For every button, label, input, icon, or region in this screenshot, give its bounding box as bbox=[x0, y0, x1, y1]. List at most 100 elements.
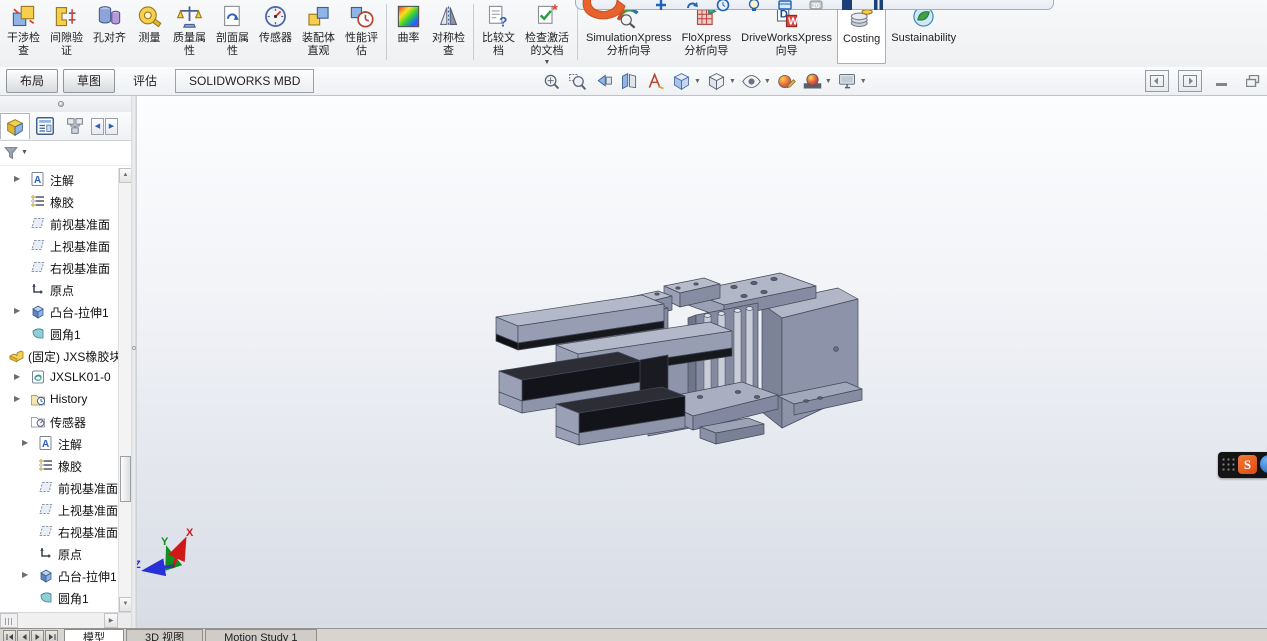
scroll-right-button[interactable]: ▶ bbox=[104, 613, 118, 628]
tree-item--jxs-[interactable]: (固定) JXS橡胶块 bbox=[0, 344, 118, 366]
expand-arrow-icon[interactable]: ▶ bbox=[14, 307, 20, 315]
tree-item--[interactable]: ▶ A 注解 bbox=[0, 168, 118, 190]
gripper-assembly-model[interactable] bbox=[137, 96, 1267, 628]
tree-item--1[interactable]: ▶ 凸台-拉伸1 bbox=[0, 564, 118, 586]
plus-icon[interactable] bbox=[654, 0, 668, 12]
ribbon-item-mass-properties[interactable]: 质量属 性 bbox=[168, 0, 211, 64]
dock-panel-left-button[interactable] bbox=[1145, 70, 1169, 92]
tree-horizontal-scrollbar[interactable]: ▶ bbox=[0, 612, 131, 628]
document-tab-motion-study-1[interactable]: Motion Study 1 bbox=[205, 629, 317, 641]
annotation-view-button[interactable] bbox=[645, 71, 666, 92]
ribbon-item-assembly-visualization[interactable]: 装配体 直观 bbox=[297, 0, 340, 64]
hscroll-track[interactable] bbox=[18, 613, 104, 628]
pause-icon[interactable] bbox=[871, 0, 885, 12]
expand-arrow-icon[interactable]: ▶ bbox=[14, 373, 20, 381]
tree-vertical-scrollbar[interactable]: ▲ ▼ bbox=[118, 168, 132, 612]
propertymanager-tab[interactable] bbox=[30, 113, 60, 139]
previous-view-button[interactable] bbox=[593, 71, 614, 92]
tree-item--[interactable]: 传感器 bbox=[0, 410, 118, 432]
expand-arrow-icon[interactable]: ▶ bbox=[14, 175, 20, 183]
tree-item--[interactable]: ▶ A 注解 bbox=[0, 432, 118, 454]
display-style-button[interactable]: ▼ bbox=[706, 71, 736, 92]
minimize-window-button[interactable] bbox=[1211, 71, 1233, 91]
svg-text:A: A bbox=[42, 439, 49, 450]
graphics-area[interactable]: X Y Z S bbox=[137, 96, 1267, 628]
restore-window-button[interactable] bbox=[1242, 71, 1264, 91]
panel-tab-scroll-right[interactable]: ▶ bbox=[105, 117, 118, 135]
view-orientation-button[interactable]: ▼ bbox=[671, 71, 701, 92]
apply-scene-button[interactable]: ▼ bbox=[802, 71, 832, 92]
ribbon-item-curvature[interactable]: 曲率 bbox=[390, 0, 427, 64]
tab--[interactable]: 评估 bbox=[120, 70, 170, 92]
dropdown-caret-icon[interactable]: ▼ bbox=[544, 59, 551, 66]
expand-arrow-icon[interactable]: ▶ bbox=[22, 439, 28, 447]
tree-item--[interactable]: 橡胶 bbox=[0, 454, 118, 476]
ribbon-item-sensor[interactable]: 传感器 bbox=[254, 0, 297, 64]
scroll-thumb[interactable] bbox=[120, 456, 131, 502]
edit-appearance-button[interactable] bbox=[776, 71, 797, 92]
dropdown-caret-icon[interactable]: ▼ bbox=[825, 78, 832, 85]
configurationmanager-tab[interactable] bbox=[60, 113, 90, 139]
next-tab-button[interactable] bbox=[31, 630, 44, 641]
tree-filter[interactable]: ▼ bbox=[0, 140, 131, 166]
ribbon-item-interference-check[interactable]: 干涉检 查 bbox=[2, 0, 45, 64]
tree-item--[interactable]: 上视基准面 bbox=[0, 498, 118, 520]
tree-item--[interactable]: 上视基准面 bbox=[0, 234, 118, 256]
tab--[interactable]: 布局 bbox=[6, 69, 59, 93]
ribbon-item-compare-documents[interactable]: ? 比较文 档 bbox=[477, 0, 520, 64]
first-tab-button[interactable] bbox=[3, 630, 16, 641]
dock-panel-right-button[interactable] bbox=[1178, 70, 1202, 92]
tree-item--1[interactable]: 圆角1 bbox=[0, 586, 118, 608]
ribbon-item-measure[interactable]: 测量 bbox=[131, 0, 168, 64]
dropdown-caret-icon[interactable]: ▼ bbox=[860, 78, 867, 85]
tree-item--1[interactable]: 圆角1 bbox=[0, 322, 118, 344]
panel-split-handle[interactable] bbox=[0, 96, 131, 113]
document-tab--[interactable]: 模型 bbox=[64, 629, 124, 641]
expand-arrow-icon[interactable]: ▶ bbox=[14, 395, 20, 403]
bulb-icon[interactable] bbox=[747, 0, 761, 12]
panel-tab-scroll-left[interactable]: ◀ bbox=[91, 117, 104, 135]
tab--[interactable]: 草图 bbox=[63, 69, 116, 93]
redo-icon[interactable] bbox=[685, 0, 699, 12]
featuremanager-tab[interactable] bbox=[0, 113, 30, 139]
badge-20-icon[interactable]: 20 bbox=[809, 0, 823, 12]
tree-item--[interactable]: 原点 bbox=[0, 542, 118, 564]
previous-tab-button[interactable] bbox=[17, 630, 30, 641]
tree-item--[interactable]: 原点 bbox=[0, 278, 118, 300]
ribbon-item-section-properties[interactable]: 剖面属 性 bbox=[211, 0, 254, 64]
tree-item--[interactable]: 前视基准面 bbox=[0, 212, 118, 234]
tree-item--1[interactable]: ▶ 凸台-拉伸1 bbox=[0, 300, 118, 322]
ribbon-item-check-active-document[interactable]: * 检查激活 的文档 ▼ bbox=[520, 0, 574, 66]
ribbon-item-clearance-verification[interactable]: 间隙验 证 bbox=[45, 0, 88, 64]
document-tab-3d-[interactable]: 3D 视图 bbox=[126, 629, 204, 641]
solidworks-taskbar-icon[interactable]: S bbox=[1238, 455, 1257, 474]
filter-dropdown-caret[interactable]: ▼ bbox=[21, 149, 28, 156]
tree-item--[interactable]: 右视基准面 bbox=[0, 256, 118, 278]
view-settings-button[interactable]: ▼ bbox=[837, 71, 867, 92]
hide-show-items-button[interactable]: ▼ bbox=[741, 71, 771, 92]
hscroll-grip[interactable] bbox=[0, 613, 18, 628]
dropdown-caret-icon[interactable]: ▼ bbox=[764, 78, 771, 85]
tree-item-history[interactable]: ▶ History bbox=[0, 388, 118, 410]
card-icon[interactable] bbox=[778, 0, 792, 12]
window-icon[interactable] bbox=[840, 0, 854, 12]
section-view-button[interactable] bbox=[619, 71, 640, 92]
boss-extrude-icon bbox=[38, 567, 54, 583]
tree-item-jxslk01-0[interactable]: ▶ JXSLK01-0 bbox=[0, 366, 118, 388]
dropdown-caret-icon[interactable]: ▼ bbox=[729, 78, 736, 85]
zoom-to-fit-button[interactable] bbox=[541, 71, 562, 92]
tree-item--[interactable]: 前视基准面 bbox=[0, 476, 118, 498]
tab-solidworks-mbd[interactable]: SOLIDWORKS MBD bbox=[175, 69, 315, 93]
last-tab-button[interactable] bbox=[45, 630, 58, 641]
clock-icon[interactable] bbox=[716, 0, 730, 12]
tree-item--[interactable]: 右视基准面 bbox=[0, 520, 118, 542]
ribbon-item-performance-evaluation[interactable]: 性能评 估 bbox=[340, 0, 383, 64]
floating-taskbar[interactable]: S bbox=[1218, 452, 1267, 478]
tree-item--[interactable]: 橡胶 bbox=[0, 190, 118, 212]
zoom-to-area-button[interactable] bbox=[567, 71, 588, 92]
expand-arrow-icon[interactable]: ▶ bbox=[22, 571, 28, 579]
ribbon-item-hole-alignment[interactable]: 孔对齐 bbox=[88, 0, 131, 64]
dropdown-caret-icon[interactable]: ▼ bbox=[694, 78, 701, 85]
taskbar-app-icon[interactable] bbox=[1260, 455, 1267, 473]
ribbon-item-symmetry-check[interactable]: 对称检 查 bbox=[427, 0, 470, 64]
